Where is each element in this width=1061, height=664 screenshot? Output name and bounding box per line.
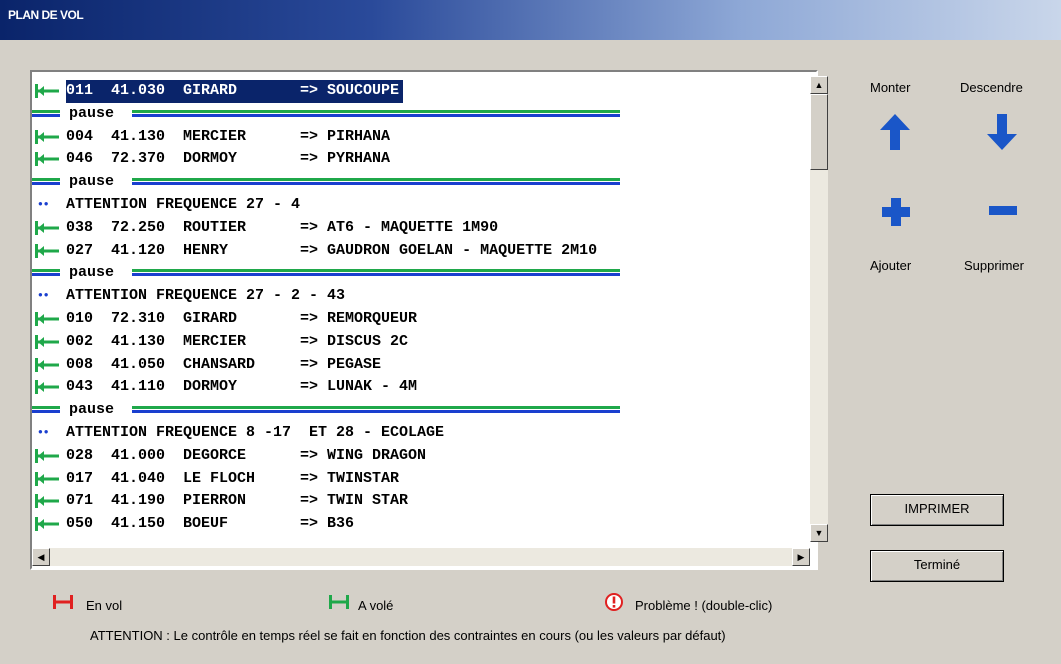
- flight-plan-list[interactable]: 011 41.030 GIRARD => SOUCOUPE pause 004 41…: [30, 70, 818, 570]
- attention-row[interactable]: ●● ATTENTION FREQUENCE 27 - 4: [32, 194, 816, 217]
- flight-text: 071 41.190 PIERRON => TWIN STAR: [66, 492, 409, 510]
- flight-text: 043 41.110 DORMOY => LUNAK - 4M: [66, 378, 418, 396]
- flight-row[interactable]: 028 41.000 DEGORCE => WING DRAGON: [32, 445, 816, 468]
- imprimer-button[interactable]: IMPRIMER: [870, 494, 1004, 526]
- flight-row[interactable]: 008 41.050 CHANSARD => PEGASE: [32, 354, 816, 377]
- flight-row[interactable]: 004 41.130 MERCIER => PIRHANA: [32, 126, 816, 149]
- flight-row[interactable]: 002 41.130 MERCIER => DISCUS 2C: [32, 331, 816, 354]
- a-vole-label: A volé: [358, 598, 394, 613]
- attention-dots-icon: ●●: [38, 291, 50, 301]
- a-vole-icon: [35, 243, 59, 258]
- pause-label: pause: [69, 173, 115, 191]
- termine-button[interactable]: Terminé: [870, 550, 1004, 582]
- a-vole-icon: [35, 357, 59, 372]
- flight-text: 017 41.040 LE FLOCH => TWINSTAR: [66, 469, 400, 487]
- flight-text: 050 41.150 BOEUF => B36: [66, 515, 355, 533]
- flight-row[interactable]: 017 41.040 LE FLOCH => TWINSTAR: [32, 468, 816, 491]
- flight-text: 027 41.120 HENRY => GAUDRON GOELAN - MAQ…: [66, 241, 598, 259]
- probleme-label: Problème ! (double-clic): [635, 598, 773, 613]
- pause-row[interactable]: pause: [32, 103, 816, 126]
- en-vol-label: En vol: [86, 598, 123, 613]
- horizontal-scrollbar[interactable]: [32, 548, 810, 566]
- vertical-scroll-thumb[interactable]: [810, 94, 828, 170]
- a-vole-icon: [35, 129, 59, 144]
- flight-text: 002 41.130 MERCIER => DISCUS 2C: [66, 332, 409, 350]
- pause-label: pause: [69, 264, 115, 282]
- flight-text: 004 41.130 MERCIER => PIRHANA: [66, 127, 391, 145]
- pause-row[interactable]: pause: [32, 262, 816, 285]
- window-title: PLAN DE VOL: [8, 8, 84, 22]
- flight-row[interactable]: 038 72.250 ROUTIER => AT6 - MAQUETTE 1M9…: [32, 217, 816, 240]
- flight-text: 038 72.250 ROUTIER => AT6 - MAQUETTE 1M9…: [66, 218, 499, 236]
- title-bar: PLAN DE VOL: [0, 0, 1061, 40]
- flight-plan-rows: 011 41.030 GIRARD => SOUCOUPE pause 004 41…: [32, 80, 816, 536]
- attention-note: ATTENTION : Le contrôle en temps réel se…: [90, 628, 726, 643]
- attention-text: ATTENTION FREQUENCE 8 -17 ET 28 - ECOLAG…: [66, 423, 445, 441]
- scroll-right-button[interactable]: ▶: [792, 548, 810, 566]
- arrow-down-icon[interactable]: [985, 112, 1019, 152]
- flight-row[interactable]: 046 72.370 DORMOY => PYRHANA: [32, 148, 816, 171]
- warning-icon: [605, 593, 623, 611]
- pause-row[interactable]: pause: [32, 171, 816, 194]
- a-vole-icon: [35, 448, 59, 463]
- descendre-label: Descendre: [960, 80, 1023, 95]
- flight-row[interactable]: 071 41.190 PIERRON => TWIN STAR: [32, 490, 816, 513]
- arrow-up-icon[interactable]: [878, 112, 912, 152]
- monter-label: Monter: [870, 80, 911, 95]
- attention-text: ATTENTION FREQUENCE 27 - 4: [66, 195, 301, 213]
- a-vole-icon: [35, 84, 59, 98]
- scroll-left-button[interactable]: ◀: [32, 548, 50, 566]
- attention-dots-icon: ●●: [38, 427, 50, 437]
- a-vole-icon: [35, 494, 59, 509]
- a-vole-icon: [35, 471, 59, 486]
- supprimer-label: Supprimer: [964, 258, 1024, 273]
- minus-icon[interactable]: [988, 204, 1018, 218]
- flight-row[interactable]: 010 72.310 GIRARD => REMORQUEUR: [32, 308, 816, 331]
- a-vole-icon: [35, 517, 59, 532]
- flight-text: 010 72.310 GIRARD => REMORQUEUR: [66, 309, 418, 327]
- pause-label: pause: [69, 104, 115, 122]
- scroll-down-button[interactable]: ▼: [810, 524, 828, 542]
- attention-text: ATTENTION FREQUENCE 27 - 2 - 43: [66, 287, 346, 305]
- a-vole-icon: [35, 311, 59, 326]
- ajouter-label: Ajouter: [870, 258, 912, 273]
- a-vole-icon: [35, 334, 59, 349]
- a-vole-icon: [35, 220, 59, 235]
- a-vole-icon: [329, 595, 349, 609]
- flight-row[interactable]: 027 41.120 HENRY => GAUDRON GOELAN - MAQ…: [32, 240, 816, 263]
- plus-icon[interactable]: [880, 196, 912, 228]
- scroll-up-button[interactable]: ▲: [810, 76, 828, 94]
- pause-label: pause: [69, 401, 115, 419]
- flight-text: 008 41.050 CHANSARD => PEGASE: [66, 355, 382, 373]
- attention-row[interactable]: ●● ATTENTION FREQUENCE 8 -17 ET 28 - ECOL…: [32, 422, 816, 445]
- attention-dots-icon: ●●: [38, 199, 50, 209]
- en-vol-icon: [53, 595, 73, 609]
- attention-row[interactable]: ●● ATTENTION FREQUENCE 27 - 2 - 43: [32, 285, 816, 308]
- a-vole-icon: [35, 152, 59, 167]
- flight-text: 028 41.000 DEGORCE => WING DRAGON: [66, 446, 427, 464]
- flight-row[interactable]: 043 41.110 DORMOY => LUNAK - 4M: [32, 376, 816, 399]
- a-vole-icon: [35, 380, 59, 395]
- flight-row[interactable]: 011 41.030 GIRARD => SOUCOUPE: [32, 80, 816, 103]
- flight-text: 011 41.030 GIRARD => SOUCOUPE: [66, 80, 404, 103]
- flight-text: 046 72.370 DORMOY => PYRHANA: [66, 150, 391, 168]
- pause-row[interactable]: pause: [32, 399, 816, 422]
- flight-row[interactable]: 050 41.150 BOEUF => B36: [32, 513, 816, 536]
